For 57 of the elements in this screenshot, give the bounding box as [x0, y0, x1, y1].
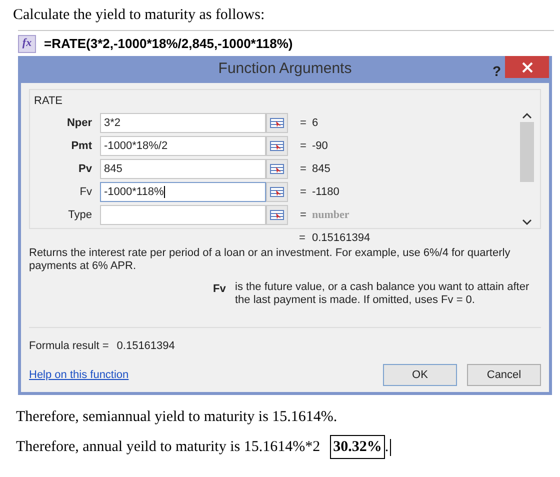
result-label: Formula result =: [29, 338, 109, 354]
help-link[interactable]: Help on this function: [29, 366, 129, 384]
dialog-button[interactable]: OK: [383, 364, 457, 386]
range-select-button[interactable]: [266, 136, 288, 156]
conclusion-text: Therefore, semiannual yield to maturity is 15.1614%.: [16, 408, 338, 427]
scroll-up-icon[interactable]: [522, 112, 532, 120]
argument-label: Type: [67, 208, 93, 223]
equals-sign: =: [300, 208, 308, 223]
argument-field[interactable]: -1000*118%: [100, 182, 266, 202]
range-grid-icon: [270, 210, 284, 220]
argument-description: is the future value, or a cash balance you want to attain after the last payment is made. If omitted, uses Fv = 0.: [235, 281, 530, 308]
range-grid-icon: [270, 141, 284, 151]
text-cursor: [390, 438, 391, 456]
argument-result: 6: [312, 116, 318, 131]
argument-field[interactable]: 845: [100, 159, 266, 179]
range-select-button[interactable]: [266, 205, 288, 225]
range-grid-icon: [270, 187, 284, 197]
period-text: .: [384, 438, 389, 457]
equals-sign: =: [299, 230, 306, 246]
close-icon: [522, 62, 532, 72]
argument-field[interactable]: -1000*18%/2: [100, 136, 266, 156]
equals-sign: =: [300, 184, 308, 200]
argument-result: number: [312, 208, 350, 223]
argument-label: Pv: [78, 162, 93, 177]
text-cursor: [164, 186, 165, 198]
argument-result: 845: [312, 162, 330, 177]
function-icon[interactable]: fx: [18, 34, 36, 52]
range-select-button[interactable]: [266, 159, 288, 179]
argument-result: -90: [312, 138, 328, 154]
argument-result: -1180: [312, 184, 340, 200]
close-button[interactable]: [505, 56, 549, 78]
argument-field[interactable]: 3*2: [100, 113, 266, 133]
equals-sign: =: [300, 138, 308, 154]
function-result: 0.15161394: [312, 230, 370, 246]
help-button[interactable]: ?: [492, 61, 501, 82]
range-grid-icon: [270, 164, 284, 174]
argument-name: Fv: [213, 282, 227, 297]
argument-label: Nper: [66, 116, 93, 131]
conclusion-text: Therefore, annual yeild to maturity is 15.1614%*2: [16, 438, 320, 457]
formula-result: 0.15161394: [116, 338, 175, 354]
argument-field[interactable]: [100, 205, 266, 225]
intro-text: Calculate the yield to maturity as follows:: [12, 6, 266, 25]
equals-sign: =: [300, 116, 308, 131]
function-description: Returns the interest rate per period of a loan or an investment. For example, use 6%/4 for quarterly payments at 6% APR.: [29, 247, 512, 273]
window-title: Function Arguments: [218, 59, 352, 80]
group-label: RATE: [34, 94, 63, 109]
scrollbar-thumb[interactable]: [520, 122, 534, 182]
range-grid-icon: [270, 118, 284, 128]
equals-sign: =: [300, 162, 308, 177]
range-select-button[interactable]: [266, 113, 288, 133]
range-select-button[interactable]: [266, 182, 288, 202]
result-value: 30.32%: [330, 434, 385, 460]
argument-label: Fv: [78, 184, 93, 200]
argument-label: Pmt: [70, 138, 93, 154]
dialog-button[interactable]: Cancel: [467, 364, 541, 386]
scroll-down-icon[interactable]: [522, 218, 532, 226]
formula-text: =RATE(3*2,-1000*18%/2,845,-1000*118%): [44, 34, 293, 53]
